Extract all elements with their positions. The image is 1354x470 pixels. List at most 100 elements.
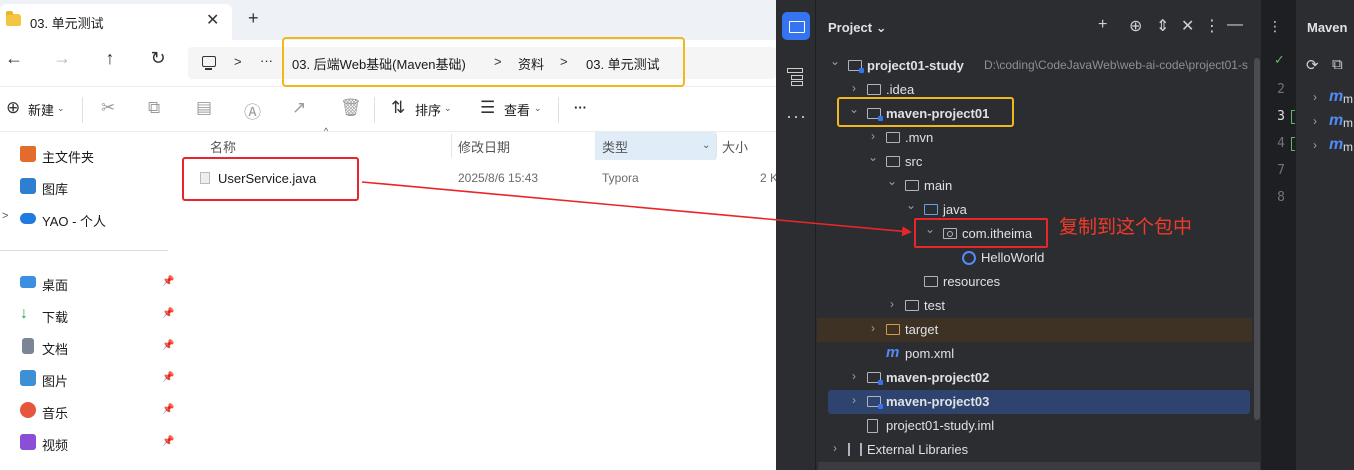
maven-row-label: m (1343, 140, 1353, 154)
column-header-date[interactable]: 修改日期 (458, 137, 510, 156)
folder-icon (905, 180, 919, 191)
sidebar-item-downloads[interactable]: ↓ 下载 📌 (0, 301, 178, 327)
chevron-right-icon[interactable]: > (2, 210, 8, 222)
chevron-down-icon[interactable]: ⌄ (886, 174, 898, 188)
pin-icon: 📌 (162, 308, 175, 319)
chevron-right-icon[interactable]: › (848, 369, 860, 383)
maven-project-row[interactable]: › m m (1313, 112, 1354, 134)
chevron-down-icon: ⌄ (534, 103, 542, 113)
chevron-down-icon[interactable]: ⌄ (702, 140, 710, 151)
close-tab-icon[interactable]: ✕ (206, 10, 219, 30)
paste-icon[interactable]: ▤ (196, 98, 212, 118)
panel-title[interactable]: Project ⌄ (828, 20, 887, 36)
sidebar-item-videos[interactable]: 视频 📌 (0, 429, 178, 455)
hide-icon[interactable]: — (1227, 16, 1243, 34)
tree-row[interactable]: › maven-project02 (817, 366, 1252, 390)
folder-icon (886, 156, 900, 167)
chevron-right-icon[interactable]: › (848, 393, 860, 407)
more-options-button[interactable]: ··· (574, 100, 587, 115)
add-project-icon[interactable]: ⧉ (1332, 56, 1343, 73)
up-icon[interactable]: ↑ (98, 48, 122, 69)
copy-icon[interactable]: ⧉ (148, 98, 160, 118)
tree-row[interactable]: ⌄ project01-study D:\coding\CodeJavaWeb\we… (817, 54, 1252, 78)
sidebar-item-pictures[interactable]: 图片 📌 (0, 365, 178, 391)
folder-icon (905, 300, 919, 311)
tree-row[interactable]: HelloWorld (817, 246, 1252, 270)
collapse-all-icon[interactable]: ✕ (1181, 16, 1194, 36)
expand-all-icon[interactable]: ⇕ (1156, 16, 1169, 36)
maven-icon: m (886, 344, 900, 361)
forward-icon[interactable]: → (50, 48, 74, 69)
chevron-right-icon[interactable]: › (886, 297, 898, 311)
column-header-type[interactable]: 类型 (602, 137, 628, 156)
tree-item-label: java (943, 202, 967, 217)
sidebar-item-documents[interactable]: 文档 📌 (0, 333, 178, 359)
tree-item-label: target (905, 322, 939, 337)
explorer-tab[interactable]: 03. 单元测试 ✕ (0, 4, 232, 40)
sidebar-item-onedrive[interactable]: > YAO - 个人 (0, 205, 178, 231)
back-icon[interactable]: ← (2, 48, 26, 69)
overflow-icon[interactable]: ··· (260, 53, 273, 68)
share-icon[interactable]: ↗ (292, 98, 306, 118)
column-header-name[interactable]: 名称 (210, 137, 236, 156)
desktop-icon (20, 276, 36, 288)
chevron-down-icon[interactable]: ⌄ (905, 198, 917, 212)
tab-bar: 03. 单元测试 ✕ + (0, 0, 776, 40)
tree-row[interactable]: project01-study.iml (817, 414, 1252, 438)
tree-item-label: .mvn (905, 130, 934, 145)
sidebar-item-music[interactable]: 音乐 📌 (0, 397, 178, 423)
locate-icon[interactable]: ⊕ (1129, 16, 1142, 36)
tree-row[interactable]: › .mvn (817, 126, 1252, 150)
new-file-icon[interactable]: + (1098, 16, 1107, 34)
rename-icon[interactable]: Ⓐ (244, 98, 261, 123)
tree-row[interactable]: resources (817, 270, 1252, 294)
tree-row[interactable]: › maven-project03 (828, 390, 1250, 414)
chevron-right-icon[interactable]: › (1313, 114, 1317, 128)
options-icon[interactable]: ⋮ (1204, 16, 1220, 36)
sort-button[interactable]: 排序 (415, 100, 441, 119)
chevron-right-icon[interactable]: › (867, 129, 879, 143)
refresh-icon[interactable]: ↻ (146, 48, 170, 69)
reload-icon[interactable]: ⟳ (1306, 56, 1319, 74)
more-vertical-icon[interactable]: ⋮ (1268, 18, 1282, 35)
column-header-size[interactable]: 大小 (722, 137, 748, 156)
tree-item-label: project01-study.iml (886, 418, 995, 433)
chevron-down-icon[interactable]: ⌄ (867, 150, 879, 164)
sidebar-item-gallery[interactable]: 图库 (0, 173, 178, 199)
sidebar-item-home[interactable]: 主文件夹 (0, 141, 178, 167)
chevron-right-icon[interactable]: › (829, 441, 841, 455)
chevron-down-icon[interactable]: ⌄ (829, 54, 841, 68)
new-button[interactable]: 新建 (28, 100, 54, 119)
sidebar-item-desktop[interactable]: 桌面 📌 (0, 269, 178, 295)
vertical-scrollbar[interactable] (1254, 58, 1260, 420)
cut-icon[interactable]: ✂ (101, 98, 115, 118)
pin-icon: 📌 (162, 340, 175, 351)
tree-row[interactable]: ⌄ main (817, 174, 1252, 198)
chevron-right-icon[interactable]: › (1313, 90, 1317, 104)
divider (0, 250, 168, 251)
divider (451, 134, 452, 158)
tree-row[interactable]: m pom.xml (817, 342, 1252, 366)
horizontal-scrollbar[interactable] (818, 462, 1260, 470)
pin-icon: 📌 (162, 404, 175, 415)
new-tab-button[interactable]: + (248, 8, 259, 29)
tree-row[interactable]: ⌄ src (817, 150, 1252, 174)
file-highlight-box (182, 157, 359, 201)
project-tool-icon[interactable] (782, 12, 810, 40)
view-button[interactable]: 查看 (504, 100, 530, 119)
maven-project-row[interactable]: › m m (1313, 88, 1354, 110)
folder-icon (924, 276, 938, 287)
chevron-right-icon[interactable]: › (1313, 138, 1317, 152)
tree-row[interactable]: › External Libraries (817, 438, 1252, 462)
tree-row[interactable]: › test (817, 294, 1252, 318)
chevron-right-icon[interactable]: › (848, 81, 860, 95)
sidebar-item-label: 视频 (42, 438, 69, 453)
tree-row[interactable]: › target (817, 318, 1252, 342)
sidebar-item-label: 下载 (42, 310, 69, 325)
delete-icon[interactable]: 🗑 (340, 98, 362, 118)
tree-item-label: project01-study (867, 58, 964, 73)
maven-project-row[interactable]: › m m (1313, 136, 1354, 158)
structure-icon[interactable] (787, 68, 803, 86)
more-icon[interactable]: ··· (786, 106, 807, 127)
chevron-right-icon[interactable]: › (867, 321, 879, 335)
